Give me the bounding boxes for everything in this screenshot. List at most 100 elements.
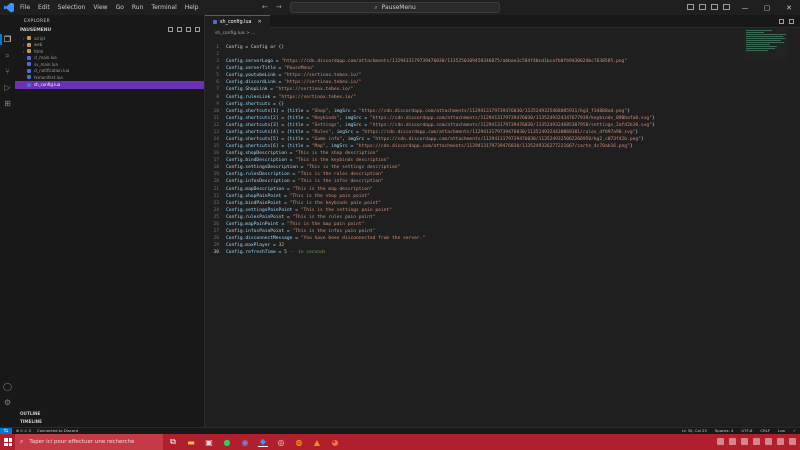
forward-arrow-icon[interactable]: →: [276, 3, 282, 11]
code-line[interactable]: 1 Config = Config or {}: [205, 44, 800, 51]
explorer-icon[interactable]: ❐: [3, 35, 12, 44]
close-icon[interactable]: ✕: [257, 19, 261, 25]
code-line[interactable]: 21 Config.mapDescription = "This is the m…: [205, 186, 800, 193]
maximize-icon[interactable]: ▢: [756, 0, 778, 15]
toggle-secondary-sidebar-icon[interactable]: [711, 4, 718, 10]
fivem-icon[interactable]: ▲: [312, 437, 322, 447]
account-icon[interactable]: ◯: [3, 382, 12, 391]
code-line[interactable]: 13 Config.shortcuts[4] = {title = "Rules"…: [205, 129, 800, 136]
steam-icon[interactable]: ◎: [276, 437, 286, 447]
code-line[interactable]: 3 Config.serverLogo = "https://cdn.discor…: [205, 58, 800, 65]
code-line[interactable]: 10 Config.shortcuts[1] = {title = "Shop",…: [205, 108, 800, 115]
file-explorer-icon[interactable]: ▬: [186, 437, 196, 447]
activity-bar: ❐ ⌕ ⑂ ▷ ⊞ ◯ ⚙: [0, 15, 15, 427]
workspace-folder[interactable]: PAUSEMENU: [20, 28, 51, 33]
code-line[interactable]: 29 Config.maxPlayer = 32: [205, 242, 800, 249]
customize-layout-icon[interactable]: [723, 4, 730, 10]
spotify-icon[interactable]: ●: [222, 437, 232, 447]
new-folder-icon[interactable]: [177, 27, 182, 32]
settings-gear-icon[interactable]: ⚙: [3, 398, 12, 407]
line-number: 30: [213, 250, 219, 256]
split-editor-icon[interactable]: [779, 19, 784, 24]
tray-icon[interactable]: [765, 438, 772, 445]
tray-icon[interactable]: [789, 438, 796, 445]
code-line[interactable]: 17 Config.bindDescription = "This is the …: [205, 157, 800, 164]
firefox-icon[interactable]: ◕: [330, 437, 340, 447]
code-line[interactable]: 20 Config.infosDescription = "This is the…: [205, 178, 800, 185]
menu-view[interactable]: View: [93, 4, 107, 11]
code-line[interactable]: 30 Config.refreshTime = 5 -- in seconds: [205, 249, 800, 256]
minimize-icon[interactable]: —: [734, 0, 756, 15]
tab-sh-config[interactable]: sh_config.lua ✕: [205, 15, 270, 28]
source-control-icon[interactable]: ⑂: [3, 67, 12, 76]
code-token: }: [640, 137, 644, 143]
code-line[interactable]: 22 Config.shopPainPoint = "This is the sh…: [205, 193, 800, 200]
menu-selection[interactable]: Selection: [58, 4, 86, 11]
collapse-all-icon[interactable]: [195, 27, 200, 32]
more-actions-icon[interactable]: [789, 19, 794, 24]
navigation-arrows: ← →: [262, 3, 282, 11]
tree-item[interactable]: sh_config.lua: [15, 80, 204, 89]
menu-go[interactable]: Go: [116, 4, 124, 11]
extensions-icon[interactable]: ⊞: [3, 99, 12, 108]
taskbar-search[interactable]: ⌕ Taper ici pour effectuer une recherche: [15, 434, 163, 450]
code-line[interactable]: 27 Config.infosPainPoint = "This is the i…: [205, 228, 800, 235]
code-line[interactable]: 28 Config.disconnectMessage = "You have b…: [205, 235, 800, 242]
code-line[interactable]: 2: [205, 51, 800, 58]
code-token: Config.bindPainPoint =: [226, 200, 290, 206]
menu-file[interactable]: File: [20, 4, 30, 11]
code-line[interactable]: 5 Config.youtubeLink = "https://sertinox.…: [205, 72, 800, 79]
code-line[interactable]: 26 Config.mapPainPoint = "This is the map…: [205, 221, 800, 228]
code-token: Config.bindDescription =: [226, 158, 296, 164]
tray-icon[interactable]: [717, 438, 724, 445]
menu-run[interactable]: Run: [132, 4, 144, 11]
toggle-panel-icon[interactable]: [699, 4, 706, 10]
code-token: "https://cdn.discordapp.com/attachments/…: [356, 144, 630, 150]
code-line[interactable]: 11 Config.shortcuts[2] = {title = "Keybin…: [205, 115, 800, 122]
discord-icon[interactable]: ◉: [240, 437, 250, 447]
code-view[interactable]: 1 Config = Config or {} 2 3 Config.serverLog…: [205, 44, 800, 256]
code-line[interactable]: 14 Config.shortcuts[5] = {title = "Game i…: [205, 136, 800, 143]
code-line[interactable]: 15 Config.shortcuts[6] = {title = "Map", …: [205, 143, 800, 150]
terminal-icon[interactable]: ▣: [204, 437, 214, 447]
code-line[interactable]: 4 Config.serverTitle = "PauseMenu": [205, 65, 800, 72]
code-text: Config.maxPlayer = 32: [223, 242, 284, 249]
menu-edit[interactable]: Edit: [38, 4, 50, 11]
code-line[interactable]: 24 Config.settingsPainPoint = "This is th…: [205, 207, 800, 214]
tray-icon[interactable]: [777, 438, 784, 445]
code-line[interactable]: 25 Config.rulesPainPoint = "This is the r…: [205, 214, 800, 221]
code-line[interactable]: 16 Config.shopDescription = "This is the …: [205, 150, 800, 157]
code-line[interactable]: 23 Config.bindPainPoint = "This is the ke…: [205, 200, 800, 207]
refresh-icon[interactable]: [186, 27, 191, 32]
close-icon[interactable]: ✕: [778, 0, 800, 15]
chrome-icon[interactable]: ◍: [294, 437, 304, 447]
code-token: }: [627, 108, 630, 114]
code-token: Config.shortcuts[6] = {title =: [226, 144, 312, 150]
code-line[interactable]: 12 Config.shortcuts[3] = {title = "Settin…: [205, 122, 800, 129]
search-icon[interactable]: ⌕: [3, 51, 12, 60]
vscode-icon[interactable]: ◆: [258, 437, 268, 447]
menu-terminal[interactable]: Terminal: [151, 4, 176, 11]
toggle-sidebar-icon[interactable]: [687, 4, 694, 10]
command-center[interactable]: ⌕ PauseMenu: [290, 2, 500, 13]
breadcrumb[interactable]: sh_config.lua > ...: [215, 31, 255, 36]
tray-icon[interactable]: [741, 438, 748, 445]
code-line[interactable]: 6 Config.discordLink = "https://sertinox.…: [205, 79, 800, 86]
code-line[interactable]: 8 Config.rulesLink = "https://sertinox.te…: [205, 94, 800, 101]
task-view-icon[interactable]: ⧉: [168, 437, 178, 447]
new-file-icon[interactable]: [168, 27, 173, 32]
line-number: 27: [213, 229, 219, 235]
code-line[interactable]: 18 Config.settingsDescription = "This is …: [205, 164, 800, 171]
timeline-section[interactable]: TIMELINE: [20, 419, 42, 424]
code-token: "https://sertinox.tebex.io/": [284, 80, 362, 86]
tray-icon[interactable]: [753, 438, 760, 445]
code-line[interactable]: 19 Config.rulesDescription = "This is the…: [205, 171, 800, 178]
run-debug-icon[interactable]: ▷: [3, 83, 12, 92]
code-line[interactable]: 9 Config.shortcuts = {}: [205, 101, 800, 108]
tray-icon[interactable]: [729, 438, 736, 445]
windows-start-icon[interactable]: [4, 438, 12, 446]
menu-help[interactable]: Help: [185, 4, 199, 11]
code-line[interactable]: 7 Config.ShopLink = "https://sertinox.teb…: [205, 86, 800, 93]
back-arrow-icon[interactable]: ←: [262, 3, 268, 11]
outline-section[interactable]: OUTLINE: [20, 411, 40, 416]
